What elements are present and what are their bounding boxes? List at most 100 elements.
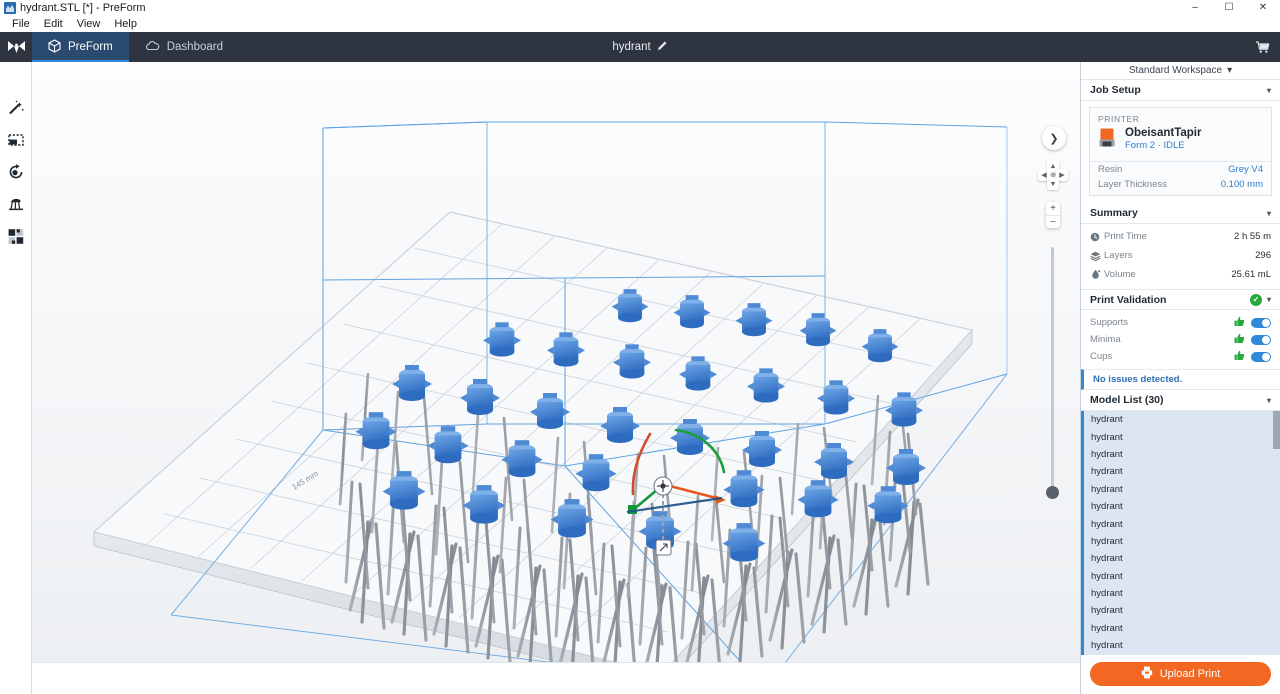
layer-thickness-row[interactable]: Layer Thickness 0.100 mm: [1090, 177, 1271, 195]
window-title: hydrant.STL [*] - PreForm: [20, 2, 146, 14]
list-item[interactable]: hydrant: [1084, 498, 1280, 515]
droplet-icon: [1090, 269, 1104, 280]
chevron-down-icon[interactable]: ▾: [1267, 86, 1271, 95]
list-item[interactable]: hydrant: [1084, 620, 1280, 637]
cups-toggle[interactable]: [1251, 351, 1271, 362]
model-list-title: Model List (30): [1090, 394, 1164, 406]
top-navigation-bar: PreForm Dashboard hydrant: [0, 32, 1280, 62]
build-scene: 145 mm 145 mm: [32, 62, 1080, 694]
summary-header[interactable]: Summary ▾: [1081, 203, 1280, 224]
pencil-icon[interactable]: [657, 40, 668, 54]
viewport-slider-handle[interactable]: [1046, 486, 1059, 499]
thumbs-up-icon: [1234, 316, 1245, 330]
list-item[interactable]: hydrant: [1084, 428, 1280, 445]
list-item[interactable]: hydrant: [1084, 568, 1280, 585]
3d-viewport[interactable]: 145 mm 145 mm: [32, 62, 1080, 694]
summary-title: Summary: [1090, 207, 1138, 219]
supports-label: Supports: [1090, 317, 1129, 328]
thumbs-up-icon: [1234, 333, 1245, 347]
validation-message: No issues detected.: [1081, 369, 1280, 390]
clock-icon: [1090, 232, 1104, 242]
printer-icon: [1098, 127, 1118, 154]
printer-info: ObeisantTapir Form 2 · IDLE: [1125, 127, 1201, 153]
model-list-header[interactable]: Model List (30) ▾: [1081, 390, 1280, 411]
tab-preform-label: PreForm: [68, 41, 113, 53]
workspace-selector[interactable]: Standard Workspace ▾: [1081, 62, 1280, 80]
model-list-scrollbar-thumb[interactable]: [1273, 411, 1280, 449]
window-buttons: – ☐ ✕: [1178, 0, 1280, 16]
printer-icon: [1141, 666, 1153, 682]
chevron-down-icon[interactable]: ▾: [1267, 396, 1271, 405]
right-sidebar: RY Ruturaj Yellurkar ruturajpy@gmail.com…: [1080, 32, 1280, 694]
print-time-value: 2 h 55 m: [1234, 231, 1271, 242]
chevron-down-icon[interactable]: ▾: [1267, 209, 1271, 218]
shopping-cart-icon[interactable]: [1246, 32, 1280, 62]
print-time-row: Print Time 2 h 55 m: [1081, 227, 1280, 246]
magic-wand-icon[interactable]: [0, 92, 32, 124]
validation-row-minima: Minima: [1081, 331, 1280, 348]
list-item[interactable]: hydrant: [1084, 602, 1280, 619]
tab-preform[interactable]: PreForm: [32, 32, 129, 62]
layer-thickness-label: Layer Thickness: [1098, 179, 1167, 190]
thumbs-up-icon: [1234, 350, 1245, 364]
list-item[interactable]: hydrant: [1084, 550, 1280, 567]
zoom-in-button[interactable]: +: [1046, 202, 1060, 215]
viewport-vertical-slider[interactable]: [1051, 247, 1054, 492]
menu-help[interactable]: Help: [107, 16, 144, 32]
layers-label: Layers: [1104, 250, 1133, 261]
list-item[interactable]: hydrant: [1084, 637, 1280, 654]
printer-label: PRINTER: [1098, 114, 1140, 124]
upload-print-button[interactable]: Upload Print: [1090, 662, 1271, 686]
printer-card[interactable]: PRINTER ObeisantTapir Form 2 · IDLE Resi…: [1089, 107, 1272, 196]
print-time-label: Print Time: [1104, 231, 1147, 242]
list-item[interactable]: hydrant: [1084, 481, 1280, 498]
tab-dashboard[interactable]: Dashboard: [129, 32, 239, 62]
menu-file[interactable]: File: [5, 16, 37, 32]
layout-grid-icon[interactable]: [0, 220, 32, 252]
formlabs-logo-icon: [0, 32, 32, 62]
window-titlebar: hydrant.STL [*] - PreForm – ☐ ✕: [0, 0, 1280, 16]
menu-view[interactable]: View: [70, 16, 108, 32]
printer-status: Form 2 · IDLE: [1125, 140, 1185, 152]
model-list-scrollbar[interactable]: [1273, 411, 1280, 655]
model-list[interactable]: hydrant hydrant hydrant hydrant hydrant …: [1081, 411, 1280, 655]
zoom-out-button[interactable]: −: [1046, 215, 1060, 228]
chevron-down-icon: ▾: [1227, 65, 1233, 76]
chevron-down-icon[interactable]: ▾: [1267, 295, 1271, 304]
pan-down-button[interactable]: ▼: [1047, 178, 1059, 190]
cube-icon: [48, 38, 61, 56]
minimize-button[interactable]: –: [1178, 0, 1212, 16]
printer-row: ObeisantTapir Form 2 · IDLE: [1098, 127, 1263, 154]
list-item[interactable]: hydrant: [1084, 533, 1280, 550]
volume-value: 25.61 mL: [1231, 269, 1271, 280]
validation-row-supports: Supports: [1081, 314, 1280, 331]
minima-label: Minima: [1090, 334, 1121, 345]
resin-row[interactable]: Resin Grey V4: [1090, 162, 1271, 177]
list-item[interactable]: hydrant: [1084, 515, 1280, 532]
close-button[interactable]: ✕: [1246, 0, 1280, 16]
list-item[interactable]: hydrant: [1084, 585, 1280, 602]
minima-toggle[interactable]: [1251, 334, 1271, 345]
resin-label: Resin: [1098, 164, 1123, 175]
volume-label: Volume: [1104, 269, 1136, 280]
layers-row: Layers 296: [1081, 246, 1280, 265]
layers-value: 296: [1255, 250, 1271, 261]
rotate-icon[interactable]: [0, 156, 32, 188]
job-setup-title: Job Setup: [1090, 84, 1141, 96]
supports-icon[interactable]: [0, 188, 32, 220]
maximize-button[interactable]: ☐: [1212, 0, 1246, 16]
upload-print-area: Upload Print: [1081, 655, 1280, 694]
job-setup-header[interactable]: Job Setup ▾: [1081, 80, 1280, 101]
printer-name: ObeisantTapir: [1125, 127, 1202, 139]
app-logo-icon: [4, 2, 16, 14]
print-validation-header[interactable]: Print Validation ✓ ▾: [1081, 289, 1280, 310]
expand-panel-button[interactable]: ❯: [1042, 126, 1066, 150]
menu-edit[interactable]: Edit: [37, 16, 70, 32]
list-item[interactable]: hydrant: [1084, 411, 1280, 428]
supports-toggle[interactable]: [1251, 317, 1271, 328]
list-item[interactable]: hydrant: [1084, 463, 1280, 480]
list-item[interactable]: hydrant: [1084, 446, 1280, 463]
selection-rect-icon[interactable]: [0, 124, 32, 156]
app-frame: PreForm Dashboard hydrant 145 mm ❯ ▲ ◀ ⊕…: [0, 32, 1280, 694]
